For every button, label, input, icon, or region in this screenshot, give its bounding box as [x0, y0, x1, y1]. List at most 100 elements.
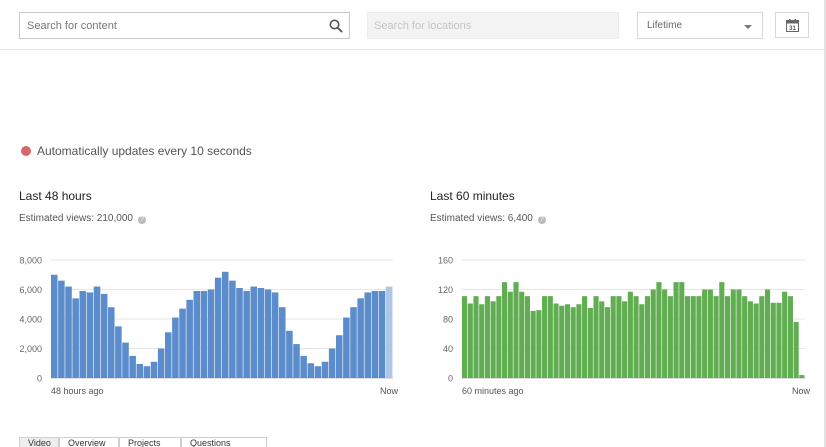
views-60m-y-tick-label: 160 — [438, 256, 453, 266]
views-60m-bar — [610, 296, 616, 378]
views-60m-bar — [753, 303, 759, 378]
views-48h-bar — [108, 307, 115, 378]
tab-questions[interactable]: Questions — [181, 437, 267, 447]
views-48h-bar — [307, 363, 315, 378]
views-60m-bar — [696, 296, 702, 378]
views-48h-bar — [229, 280, 236, 378]
views-48h-bar — [157, 348, 165, 378]
views-60m-bar — [496, 296, 502, 378]
views-48h-bar — [243, 290, 250, 379]
views-48h-bar — [58, 280, 65, 378]
views-60m-bar — [502, 282, 508, 379]
views-48h-bar — [214, 277, 222, 378]
views-48h-bar — [143, 366, 151, 378]
views-60m-bar — [679, 282, 685, 379]
views-60m-bar — [553, 303, 559, 378]
views-60m-bar — [490, 301, 496, 378]
views-60m-bar — [484, 296, 490, 378]
views-60m-bar — [599, 301, 605, 378]
views-60m-bar — [713, 296, 719, 378]
views-60m-bar — [524, 296, 530, 378]
views-48h-bar — [193, 290, 201, 379]
views-60m-y-tick-label: 120 — [438, 285, 453, 295]
views-48h-bar — [222, 271, 229, 378]
views-60m-bar — [604, 307, 611, 378]
views-48h-bar — [271, 292, 279, 378]
views-60m-bar — [570, 307, 576, 378]
views-60m-bar — [593, 296, 599, 378]
views-60m-bar — [633, 296, 639, 378]
views-48h-bar — [86, 292, 94, 378]
views-60m-bar — [564, 304, 571, 378]
views-60m-bar — [644, 296, 651, 378]
views-48h-bar — [165, 332, 172, 378]
tab-overview[interactable]: Overview — [59, 437, 119, 447]
views-60m-bar — [559, 305, 565, 379]
views-48h-bar — [328, 348, 336, 378]
views-48h-bar — [357, 298, 364, 378]
views-48h-bar — [343, 317, 350, 378]
views-60m-bar — [639, 304, 645, 378]
views-48h-bar — [115, 326, 122, 379]
views-48h-bar — [371, 290, 379, 379]
views-48h-x-end-label: Now — [380, 386, 399, 396]
views-48h-bar — [172, 317, 179, 378]
views-60m-x-end-label: Now — [792, 386, 811, 396]
realtime-panel: Lifetime 31 Automatically updates every … — [0, 0, 824, 447]
views-48h-y-tick-label: 4,000 — [19, 315, 42, 325]
views-60m-y-tick-label: 0 — [448, 374, 453, 384]
views-60m-bar — [582, 296, 588, 378]
views-60m-bar — [616, 296, 622, 378]
views-48h-bar — [250, 286, 258, 378]
views-48h-bar — [122, 342, 129, 378]
views-60m-y-tick-label: 40 — [443, 344, 453, 354]
views-60m-bar — [542, 296, 548, 378]
views-60m-bar — [662, 289, 668, 378]
views-60m-bar — [799, 375, 805, 378]
views-60m-bar — [587, 307, 593, 378]
views-60m-bar — [770, 302, 776, 378]
views-48h-bar — [279, 307, 286, 378]
views-60m-bar — [667, 296, 673, 378]
views-48h-bar — [336, 335, 343, 378]
views-60m-bar — [519, 291, 525, 378]
views-60m-bar — [776, 302, 782, 378]
views-48h-bar — [179, 308, 186, 379]
views-60m-bar — [690, 296, 696, 378]
views-60m-bar — [467, 303, 473, 378]
views-60m-bar — [782, 291, 788, 378]
views-48h-y-tick-label: 6,000 — [19, 285, 42, 295]
tab-video[interactable]: Video — [19, 437, 59, 447]
views-60m-bar — [684, 296, 691, 378]
views-60m-bar — [747, 301, 753, 378]
views-60m-bar — [576, 304, 582, 378]
views-60m-bar — [742, 296, 748, 378]
views-48h-bar — [236, 288, 243, 378]
views-48h-y-tick-label: 8,000 — [19, 256, 42, 266]
views-48h-bar — [65, 286, 72, 378]
views-48h-bar — [300, 355, 307, 379]
views-48h-bar — [264, 289, 272, 378]
views-60m-bar — [650, 289, 656, 378]
views-48h-bar — [378, 290, 386, 379]
views-48h-bar — [186, 299, 193, 378]
views-60m-y-tick-label: 80 — [443, 315, 453, 325]
views-48h-bar — [257, 288, 265, 378]
tab-projects[interactable]: Projects — [119, 437, 181, 447]
views-48h-bar — [321, 361, 329, 378]
views-60m-bar — [730, 289, 736, 378]
views-48h-bar — [200, 290, 208, 379]
views-60m-bar — [507, 291, 513, 378]
views-60m-bar — [513, 282, 519, 379]
views-60m-bar — [530, 310, 536, 378]
views-48h-bar — [100, 293, 108, 379]
views-60m-bar — [793, 321, 799, 378]
views-60m-bar — [759, 296, 765, 378]
views-48h-bar — [314, 366, 322, 378]
views-60m-bar — [536, 310, 542, 378]
views-60m-bar — [673, 282, 679, 379]
views-48h-bar — [364, 292, 372, 378]
views-48h-bar — [136, 363, 144, 378]
views-60m-bar — [719, 282, 725, 379]
views-60m-x-start-label: 60 minutes ago — [462, 386, 524, 396]
